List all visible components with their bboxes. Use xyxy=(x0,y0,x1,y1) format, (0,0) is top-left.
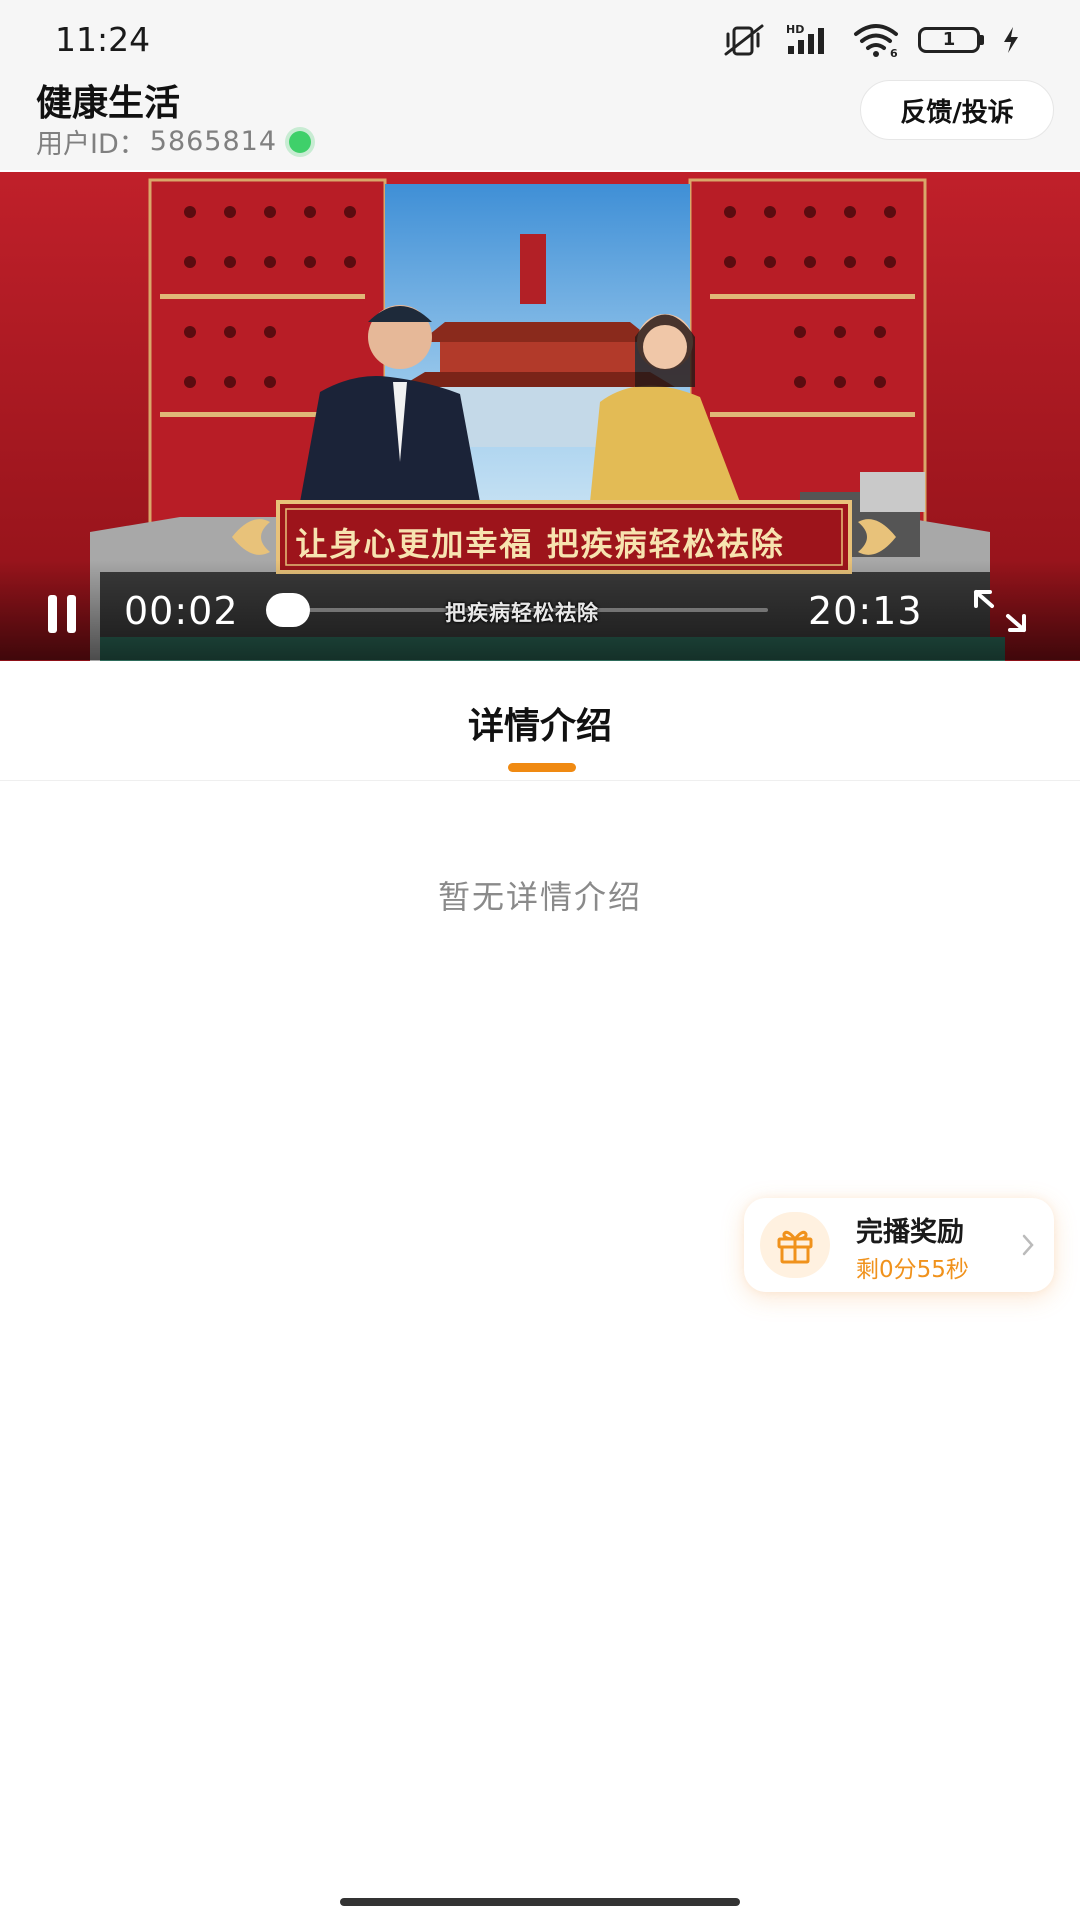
pause-button[interactable] xyxy=(48,595,88,633)
battery-icon: 1 xyxy=(918,27,984,53)
fullscreen-icon[interactable] xyxy=(972,588,1028,634)
network-label: HD xyxy=(786,23,804,36)
chevron-right-icon xyxy=(1022,1234,1034,1256)
user-id-value: 5865814 xyxy=(149,126,278,157)
feedback-button[interactable]: 反馈/投诉 xyxy=(860,80,1054,140)
empty-details-text: 暂无详情介绍 xyxy=(437,878,642,916)
tab-active-indicator xyxy=(508,763,576,772)
tab-bar: 详情介绍 xyxy=(0,661,1080,781)
user-id-label: 用户ID： xyxy=(36,129,146,160)
total-time: 20:13 xyxy=(808,589,923,633)
charging-icon xyxy=(1004,27,1018,53)
home-indicator[interactable] xyxy=(340,1898,740,1906)
wifi-icon: 6 xyxy=(854,24,898,58)
status-icons: HD 6 1 xyxy=(722,22,1020,58)
battery-level: 1 xyxy=(918,27,980,53)
signal-icon: HD xyxy=(786,23,824,54)
reward-countdown: 剩0分55秒 xyxy=(856,1257,969,1283)
gift-icon xyxy=(760,1212,830,1278)
page-title: 健康生活 xyxy=(36,83,181,124)
video-subtitle: 把疾病轻松祛除 xyxy=(445,601,599,625)
online-status-dot xyxy=(289,130,312,153)
mute-vibrate-icon xyxy=(724,24,764,56)
status-time: 11:24 xyxy=(55,20,151,59)
pause-bar-left xyxy=(48,595,57,633)
tab-details[interactable]: 详情介绍 xyxy=(0,697,1080,749)
top-area: 11:24 HD 6 1 健康生活 用户ID： 5865814 反馈/投诉 xyxy=(0,0,1080,170)
pause-bar-right xyxy=(67,595,76,633)
current-time: 00:02 xyxy=(124,589,239,633)
seek-thumb[interactable] xyxy=(266,593,310,627)
reward-title: 完播奖励 xyxy=(856,1217,964,1248)
page: 11:24 HD 6 1 健康生活 用户ID： 5865814 反馈/投诉 让身… xyxy=(0,0,1080,1920)
wifi-badge: 6 xyxy=(890,47,898,58)
reward-card[interactable]: 完播奖励 剩0分55秒 xyxy=(744,1198,1054,1292)
battery-nub xyxy=(980,35,984,45)
video-banner-text: 让身心更加幸福 把疾病轻松祛除 xyxy=(295,525,785,563)
user-id: 用户ID： 5865814 xyxy=(36,122,312,161)
